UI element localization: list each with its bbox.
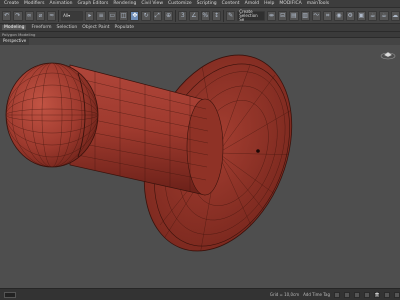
tab-populate[interactable]: Populate bbox=[115, 25, 135, 30]
rectangular-selection-icon[interactable]: ▭ bbox=[107, 10, 117, 21]
menu-civil-view[interactable]: Civil View bbox=[141, 1, 163, 6]
menu-arnold[interactable]: Arnold bbox=[245, 1, 260, 6]
play-button[interactable] bbox=[354, 291, 360, 298]
render-production-icon[interactable]: ☕ bbox=[368, 10, 378, 21]
render-in-cloud-icon[interactable]: ☁ bbox=[390, 10, 400, 21]
rendered-frame-icon[interactable]: ▣ bbox=[356, 10, 367, 21]
model-render bbox=[5, 54, 301, 256]
bind-space-warp-icon[interactable]: ≈ bbox=[47, 10, 57, 21]
menu-modifiers[interactable]: Modifiers bbox=[24, 1, 45, 6]
percent-snap-icon[interactable]: % bbox=[200, 10, 210, 21]
select-object-icon[interactable]: ▸ bbox=[85, 10, 95, 21]
viewport[interactable] bbox=[0, 45, 400, 288]
scene-explorer-icon[interactable]: ▥ bbox=[300, 10, 310, 21]
select-by-name-icon[interactable]: ≡ bbox=[96, 10, 106, 21]
window-crossing-icon[interactable]: ◫ bbox=[118, 10, 129, 21]
tab-freeform[interactable]: Freeform bbox=[31, 25, 51, 30]
selection-filter-dropdown[interactable]: All ▾ bbox=[61, 10, 84, 21]
menu-content[interactable]: Content bbox=[222, 1, 240, 6]
selection-filter-value: All bbox=[63, 12, 69, 18]
ribbon-panel: Polygon Modeling bbox=[0, 32, 400, 38]
unlink-icon[interactable]: ⌀ bbox=[35, 10, 45, 21]
auto-key-button[interactable] bbox=[334, 291, 340, 298]
redo-icon[interactable]: ↷ bbox=[13, 10, 23, 21]
tab-modeling[interactable]: Modeling bbox=[2, 25, 27, 30]
maxscript-listener-field[interactable] bbox=[4, 291, 16, 298]
menu-graph-editors[interactable]: Graph Editors bbox=[77, 1, 108, 6]
undo-icon[interactable]: ↶ bbox=[2, 10, 12, 21]
menu-rendering[interactable]: Rendering bbox=[113, 1, 136, 6]
select-and-rotate-icon[interactable]: ↻ bbox=[141, 10, 151, 21]
set-key-button[interactable] bbox=[344, 291, 350, 298]
menu-bar: Create Modifiers Animation Graph Editors… bbox=[0, 0, 400, 8]
time-config-button[interactable] bbox=[364, 291, 370, 298]
render-setup-icon[interactable]: ⚙ bbox=[345, 10, 355, 21]
select-and-scale-icon[interactable]: ⤢ bbox=[152, 10, 162, 21]
viewport-label[interactable]: Perspective bbox=[0, 38, 30, 45]
add-key-icon[interactable]: + bbox=[374, 291, 380, 298]
grid-size-label: Grid = 10,0cm bbox=[269, 292, 300, 297]
menu-customize[interactable]: Customize bbox=[168, 1, 192, 6]
toolbar-separator bbox=[175, 9, 177, 22]
add-time-tag[interactable]: Add Time Tag bbox=[303, 292, 330, 297]
menu-create[interactable]: Create bbox=[4, 1, 19, 6]
menu-modifica[interactable]: MODIFICA bbox=[279, 1, 301, 6]
main-toolbar: ↶ ↷ ∞ ⌀ ≈ All ▾ ▸ ≡ ▭ ◫ ✥ ↻ ⤢ ⊕ 3 ∠ % ↕ ✎… bbox=[0, 8, 400, 24]
zoom-extents-icon[interactable] bbox=[384, 291, 390, 298]
tab-selection[interactable]: Selection bbox=[57, 25, 78, 30]
tab-object-paint[interactable]: Object Paint bbox=[82, 25, 109, 30]
polygon-modeling-label[interactable]: Polygon Modeling bbox=[2, 32, 35, 37]
rounded-cap bbox=[5, 62, 99, 168]
toolbar-separator bbox=[58, 9, 60, 22]
spinner-snap-icon[interactable]: ↕ bbox=[211, 10, 222, 21]
placement-icon[interactable]: ⊕ bbox=[163, 10, 174, 21]
toolbar-separator bbox=[223, 9, 225, 22]
edit-named-selection-icon[interactable]: ✎ bbox=[226, 10, 236, 21]
selection-set-value: Create Selection Se bbox=[239, 8, 258, 22]
material-editor-icon[interactable]: ◉ bbox=[334, 10, 344, 21]
menu-scripting[interactable]: Scripting bbox=[197, 1, 217, 6]
mirror-icon[interactable]: ⇹ bbox=[266, 10, 277, 21]
angle-snap-icon[interactable]: ∠ bbox=[189, 10, 199, 21]
align-icon[interactable]: ⊟ bbox=[278, 10, 288, 21]
schematic-view-icon[interactable]: ⌗ bbox=[323, 10, 333, 21]
ribbon-tabs: Modeling Freeform Selection Object Paint… bbox=[0, 24, 400, 32]
layer-explorer-icon[interactable]: ▤ bbox=[289, 10, 299, 21]
menu-help[interactable]: Help bbox=[264, 1, 274, 6]
screw-hole bbox=[256, 149, 260, 153]
select-and-move-icon[interactable]: ✥ bbox=[130, 10, 140, 21]
orbit-icon[interactable] bbox=[394, 291, 400, 298]
status-bar: Grid = 10,0cm Add Time Tag + bbox=[0, 288, 400, 300]
viewcube-icon[interactable] bbox=[380, 48, 396, 60]
menu-maintools[interactable]: mainTools bbox=[307, 1, 329, 6]
curve-editor-icon[interactable]: 〜 bbox=[311, 10, 322, 21]
snaps-toggle-icon[interactable]: 3 bbox=[178, 10, 188, 21]
render-iterative-icon[interactable]: ☕ bbox=[379, 10, 389, 21]
menu-animation[interactable]: Animation bbox=[50, 1, 73, 6]
selection-set-dropdown[interactable]: Create Selection Se bbox=[237, 8, 265, 22]
link-icon[interactable]: ∞ bbox=[24, 10, 34, 21]
